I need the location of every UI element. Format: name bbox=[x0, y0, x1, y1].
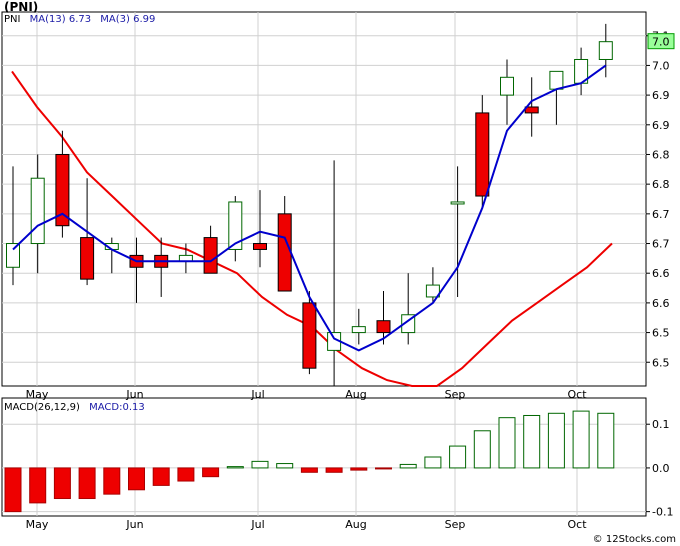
price-pane-frame bbox=[1, 11, 647, 387]
candle-body bbox=[80, 237, 95, 280]
last-price-label: 7.0 bbox=[652, 36, 670, 49]
candle-body bbox=[450, 201, 465, 205]
candle-body bbox=[549, 70, 564, 90]
macd-bar bbox=[449, 445, 467, 469]
price-tick-label: 6.5 bbox=[652, 327, 670, 340]
candle-body bbox=[203, 237, 218, 274]
macd-bar bbox=[325, 467, 343, 473]
macd-tick-label: -0.1 bbox=[652, 506, 673, 519]
candle-body bbox=[500, 76, 514, 96]
macd-bar bbox=[103, 467, 121, 495]
macd-bar bbox=[399, 463, 417, 469]
macd-x-tick-label: Jun bbox=[125, 518, 143, 531]
price-x-tick-label: Oct bbox=[567, 388, 587, 401]
macd-x-tick-label: Jul bbox=[250, 518, 264, 531]
chart-title: (PNI) bbox=[4, 0, 39, 14]
ma13-label: MA(13) 6.73 bbox=[29, 14, 92, 25]
ma3-label: MA(3) 6.99 bbox=[100, 14, 156, 25]
price-tick-label: 6.7 bbox=[652, 238, 670, 251]
price-tick-label: 6.7 bbox=[652, 208, 670, 221]
candle-body bbox=[277, 213, 292, 292]
stock-chart: 6.56.56.66.66.76.76.86.86.96.97.07.1MayM… bbox=[1, 11, 675, 531]
macd-x-tick-label: Aug bbox=[345, 518, 366, 531]
macd-bar bbox=[202, 467, 220, 478]
symbol-label: PNI bbox=[4, 14, 21, 25]
macd-x-tick-label: Oct bbox=[567, 518, 587, 531]
macd-bar bbox=[473, 430, 491, 469]
candle-body bbox=[253, 243, 267, 250]
macd-bar bbox=[350, 467, 368, 471]
macd-bar bbox=[547, 412, 565, 469]
macd-bar bbox=[29, 467, 47, 504]
price-x-tick-label: Jul bbox=[250, 388, 264, 401]
macd-legend: MACD(26,12,9) MACD:0.13 bbox=[4, 402, 151, 413]
macd-bar bbox=[276, 463, 294, 469]
credit-footer: © 12Stocks.com bbox=[592, 534, 676, 545]
macd-bar bbox=[597, 412, 615, 469]
macd-bar bbox=[523, 414, 541, 469]
macd-value-label: MACD:0.13 bbox=[89, 402, 145, 413]
macd-bar bbox=[251, 460, 269, 469]
price-tick-label: 6.8 bbox=[652, 178, 670, 191]
macd-x-tick-label: Sep bbox=[445, 518, 466, 531]
price-tick-label: 7.0 bbox=[652, 59, 670, 72]
price-tick-label: 6.6 bbox=[652, 267, 670, 280]
macd-bar bbox=[498, 417, 516, 469]
candle-body bbox=[475, 112, 490, 197]
macd-params-label: MACD(26,12,9) bbox=[4, 402, 80, 413]
candle-body bbox=[376, 320, 391, 334]
price-x-tick-label: Jun bbox=[125, 388, 143, 401]
price-tick-label: 6.9 bbox=[652, 119, 670, 132]
macd-tick-label: 0.1 bbox=[652, 418, 670, 431]
macd-bar bbox=[300, 467, 318, 473]
macd-bar bbox=[572, 410, 590, 469]
price-legend: PNI MA(13) 6.73 MA(3) 6.99 bbox=[4, 14, 161, 25]
macd-bar bbox=[128, 467, 145, 491]
macd-bar bbox=[152, 467, 170, 486]
price-x-tick-label: Sep bbox=[445, 388, 466, 401]
candle-body bbox=[351, 326, 366, 334]
macd-bar bbox=[53, 467, 71, 500]
macd-bar bbox=[78, 467, 96, 500]
macd-bar bbox=[424, 456, 442, 469]
candle-body bbox=[598, 41, 613, 60]
macd-x-tick-label: May bbox=[26, 518, 49, 531]
price-tick-label: 6.9 bbox=[652, 89, 670, 102]
candle-body bbox=[6, 243, 20, 268]
candle-body bbox=[302, 302, 317, 369]
macd-bar bbox=[177, 467, 195, 482]
macd-bar bbox=[375, 467, 392, 470]
candle-body bbox=[30, 177, 45, 245]
price-x-tick-label: May bbox=[26, 388, 49, 401]
macd-tick-label: 0.0 bbox=[652, 462, 670, 475]
macd-bar bbox=[4, 467, 22, 513]
price-x-tick-label: Aug bbox=[345, 388, 366, 401]
price-tick-label: 6.5 bbox=[652, 356, 670, 369]
price-tick-label: 6.6 bbox=[652, 297, 670, 310]
price-tick-label: 6.8 bbox=[652, 148, 670, 161]
macd-bar bbox=[226, 466, 244, 469]
